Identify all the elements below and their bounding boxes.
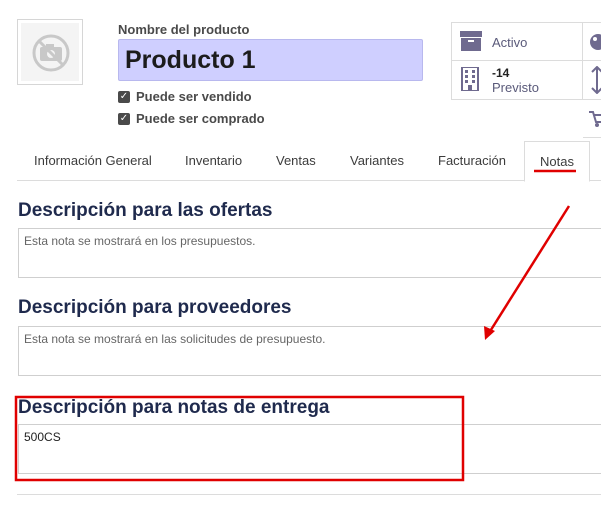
purchase-description-title: Descripción para proveedores: [18, 297, 292, 318]
can-be-purchased-checkbox[interactable]: ✓: [118, 112, 130, 125]
sales-description-title: Descripción para las ofertas: [18, 200, 273, 221]
forecast-smart-button[interactable]: -14 Previsto: [451, 61, 583, 100]
tab-inventory[interactable]: Inventario: [185, 141, 242, 181]
purchases-smart-button[interactable]: [583, 100, 601, 138]
no-camera-icon: [32, 34, 70, 72]
purchase-description-input[interactable]: Esta nota se mostrará en las solicitudes…: [18, 326, 601, 376]
tab-sales[interactable]: Ventas: [276, 141, 316, 181]
sales-description-input[interactable]: Esta nota se mostrará en los presupuesto…: [18, 228, 601, 278]
product-image[interactable]: [17, 19, 83, 85]
cart-icon: [589, 111, 601, 127]
can-be-sold-row[interactable]: ✓ Puede ser vendido: [118, 89, 252, 104]
can-be-sold-checkbox[interactable]: ✓: [118, 90, 130, 103]
forecast-value: -14: [492, 66, 510, 80]
tag-icon: [590, 34, 601, 50]
can-be-sold-label: Puede ser vendido: [136, 89, 252, 104]
delivery-description-title: Descripción para notas de entrega: [18, 397, 330, 418]
notebook-tabs: Información General Inventario Ventas Va…: [17, 141, 601, 182]
can-be-purchased-row[interactable]: ✓ Puede ser comprado: [118, 111, 265, 126]
price-smart-button[interactable]: [583, 22, 601, 61]
active-smart-button[interactable]: Activo: [451, 22, 583, 61]
tab-variants[interactable]: Variantes: [350, 141, 404, 181]
active-label: Activo: [492, 35, 528, 50]
archive-icon: [460, 31, 482, 51]
tab-invoicing[interactable]: Facturación: [438, 141, 506, 181]
delivery-description-input[interactable]: 500CS: [18, 424, 601, 474]
tab-general-info[interactable]: Información General: [34, 141, 152, 181]
can-be-purchased-label: Puede ser comprado: [136, 111, 265, 126]
tab-notes[interactable]: Notas: [524, 141, 590, 182]
forecast-label: Previsto: [492, 80, 539, 95]
building-icon: [461, 67, 479, 91]
product-name-label: Nombre del producto: [118, 22, 250, 37]
swap-vertical-icon: [591, 66, 601, 94]
product-name-input[interactable]: Producto 1: [118, 39, 423, 81]
form-divider: [17, 494, 601, 495]
moves-smart-button[interactable]: [583, 61, 601, 100]
